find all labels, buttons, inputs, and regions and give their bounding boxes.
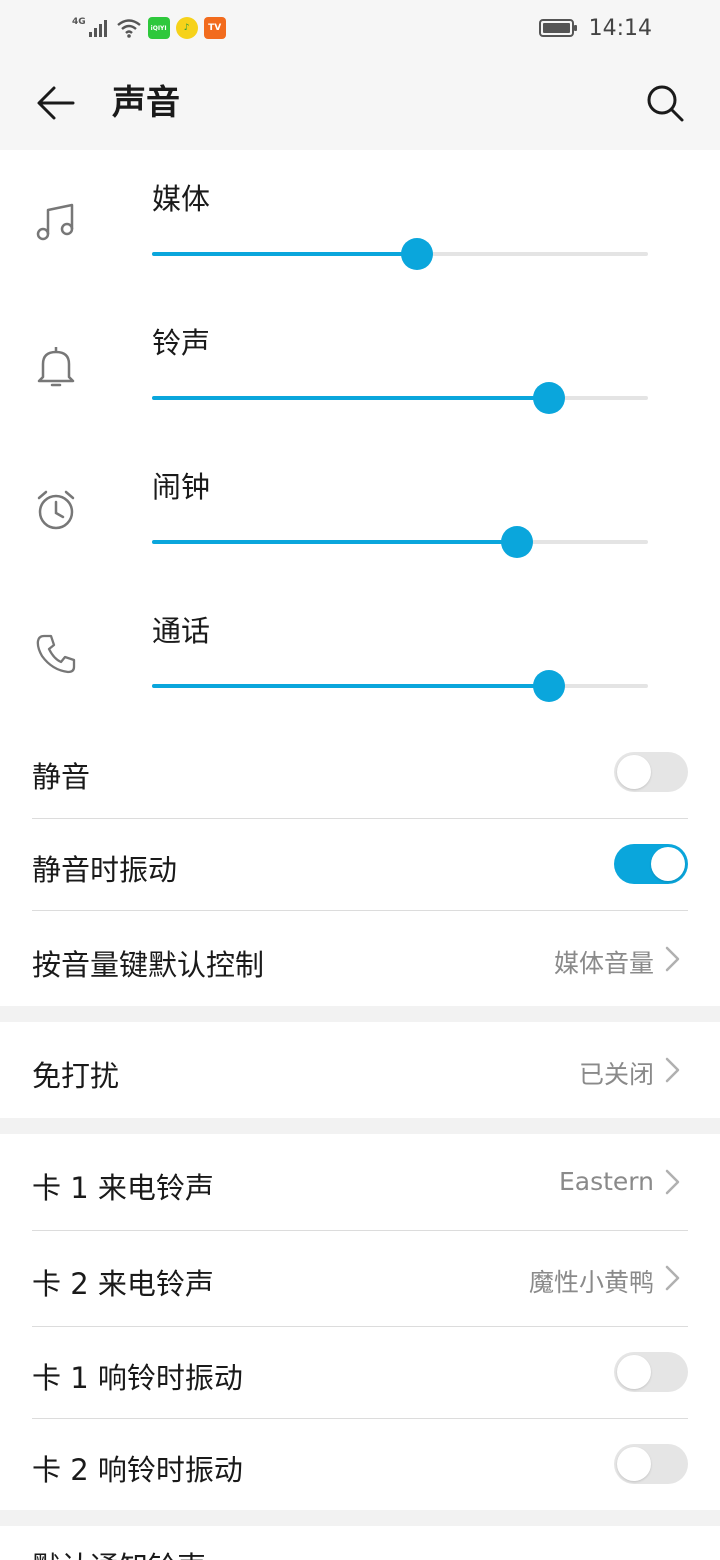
toggle-knob	[617, 1355, 651, 1389]
sim2-ringtone-item[interactable]: 卡 2 来电铃声 魔性小黄鸭	[32, 1231, 688, 1326]
volume-media-row: 媒体	[0, 150, 720, 294]
chevron-right-icon	[665, 1265, 680, 1291]
volume-alarm-label: 闹钟	[152, 470, 211, 504]
network-type: 4G	[72, 17, 86, 27]
vibrate-on-mute-toggle[interactable]	[614, 844, 688, 884]
status-left: 4G iQIYI ♪ TV	[72, 14, 226, 42]
volume-key-default-label: 按音量键默认控制	[32, 948, 265, 982]
volume-call-row: 通话	[0, 582, 720, 726]
do-not-disturb-label: 免打扰	[32, 1059, 120, 1093]
sim2-vibrate-toggle[interactable]	[614, 1444, 688, 1484]
music-note-icon	[28, 194, 84, 250]
status-right: 14:14	[538, 14, 652, 42]
sim1-ringtone-value: Eastern	[558, 1167, 654, 1196]
page-title: 声音	[112, 83, 180, 123]
mgtv-label: TV	[208, 23, 222, 33]
mute-toggle[interactable]	[614, 752, 688, 792]
sim1-vibrate-toggle[interactable]	[614, 1352, 688, 1392]
volume-ringtone-row: 铃声	[0, 294, 720, 438]
sim1-ringtone-item[interactable]: 卡 1 来电铃声 Eastern	[32, 1134, 688, 1230]
volume-alarm-slider[interactable]	[152, 526, 648, 558]
sim2-vibrate-label: 卡 2 响铃时振动	[32, 1453, 243, 1487]
sim2-vibrate-item[interactable]: 卡 2 响铃时振动	[32, 1419, 688, 1510]
bell-icon	[28, 338, 84, 394]
volume-ringtone-label: 铃声	[152, 326, 211, 360]
volume-alarm-row: 闹钟	[0, 438, 720, 582]
battery-icon	[538, 19, 577, 37]
sim2-ringtone-value: 魔性小黄鸭	[528, 1268, 654, 1297]
slider-fill	[152, 684, 549, 688]
arrow-left-icon	[37, 86, 75, 120]
wifi-icon	[116, 19, 141, 38]
default-notification-label: 默认通知铃声	[32, 1544, 206, 1560]
section-gap	[0, 1510, 720, 1526]
back-button[interactable]	[30, 80, 80, 126]
mute-item[interactable]: 静音	[32, 726, 688, 818]
toggle-knob	[617, 755, 651, 789]
section-gap	[0, 1118, 720, 1134]
volume-key-default-item[interactable]: 按音量键默认控制 媒体音量	[32, 911, 688, 1006]
alarm-clock-icon	[28, 482, 84, 538]
qq-music-icon: ♪	[175, 17, 198, 39]
phone-icon	[28, 626, 84, 682]
slider-thumb[interactable]	[533, 382, 565, 414]
slider-thumb[interactable]	[533, 670, 565, 702]
default-notification-item[interactable]: 默认通知铃声	[32, 1526, 688, 1560]
volume-ringtone-slider[interactable]	[152, 382, 648, 414]
search-button[interactable]	[640, 80, 690, 126]
sim2-ringtone-label: 卡 2 来电铃声	[32, 1267, 214, 1301]
iqiyi-label: iQIYI	[150, 24, 167, 32]
clock: 14:14	[588, 15, 652, 41]
cellular-signal-icon	[88, 20, 107, 37]
slider-thumb[interactable]	[501, 526, 533, 558]
volume-key-default-value: 媒体音量	[553, 949, 654, 978]
status-bar: 4G iQIYI ♪ TV 14:14	[0, 0, 720, 56]
vibrate-on-mute-item[interactable]: 静音时振动	[32, 819, 688, 910]
chevron-right-icon	[665, 1057, 680, 1083]
vibrate-on-mute-label: 静音时振动	[32, 853, 178, 887]
iqiyi-icon: iQIYI	[147, 17, 170, 39]
sim1-ringtone-label: 卡 1 来电铃声	[32, 1171, 214, 1205]
volume-media-slider[interactable]	[152, 238, 648, 270]
mgtv-icon: TV	[203, 17, 226, 39]
sim1-vibrate-label: 卡 1 响铃时振动	[32, 1361, 243, 1395]
mute-label: 静音	[32, 760, 91, 794]
toggle-knob	[651, 847, 685, 881]
do-not-disturb-item[interactable]: 免打扰 已关闭	[32, 1022, 688, 1118]
chevron-right-icon	[665, 1169, 680, 1195]
slider-fill	[152, 252, 417, 256]
search-icon	[647, 85, 684, 122]
sim1-vibrate-item[interactable]: 卡 1 响铃时振动	[32, 1327, 688, 1418]
qq-music-label: ♪	[183, 23, 190, 33]
toggle-knob	[617, 1447, 651, 1481]
do-not-disturb-value: 已关闭	[578, 1060, 654, 1089]
app-bar: 声音	[0, 56, 720, 150]
slider-fill	[152, 540, 517, 544]
section-gap	[0, 1006, 720, 1022]
volume-media-label: 媒体	[152, 182, 211, 216]
volume-call-label: 通话	[152, 614, 211, 648]
chevron-right-icon	[665, 946, 680, 972]
volume-call-slider[interactable]	[152, 670, 648, 702]
slider-fill	[152, 396, 549, 400]
slider-thumb[interactable]	[401, 238, 433, 270]
